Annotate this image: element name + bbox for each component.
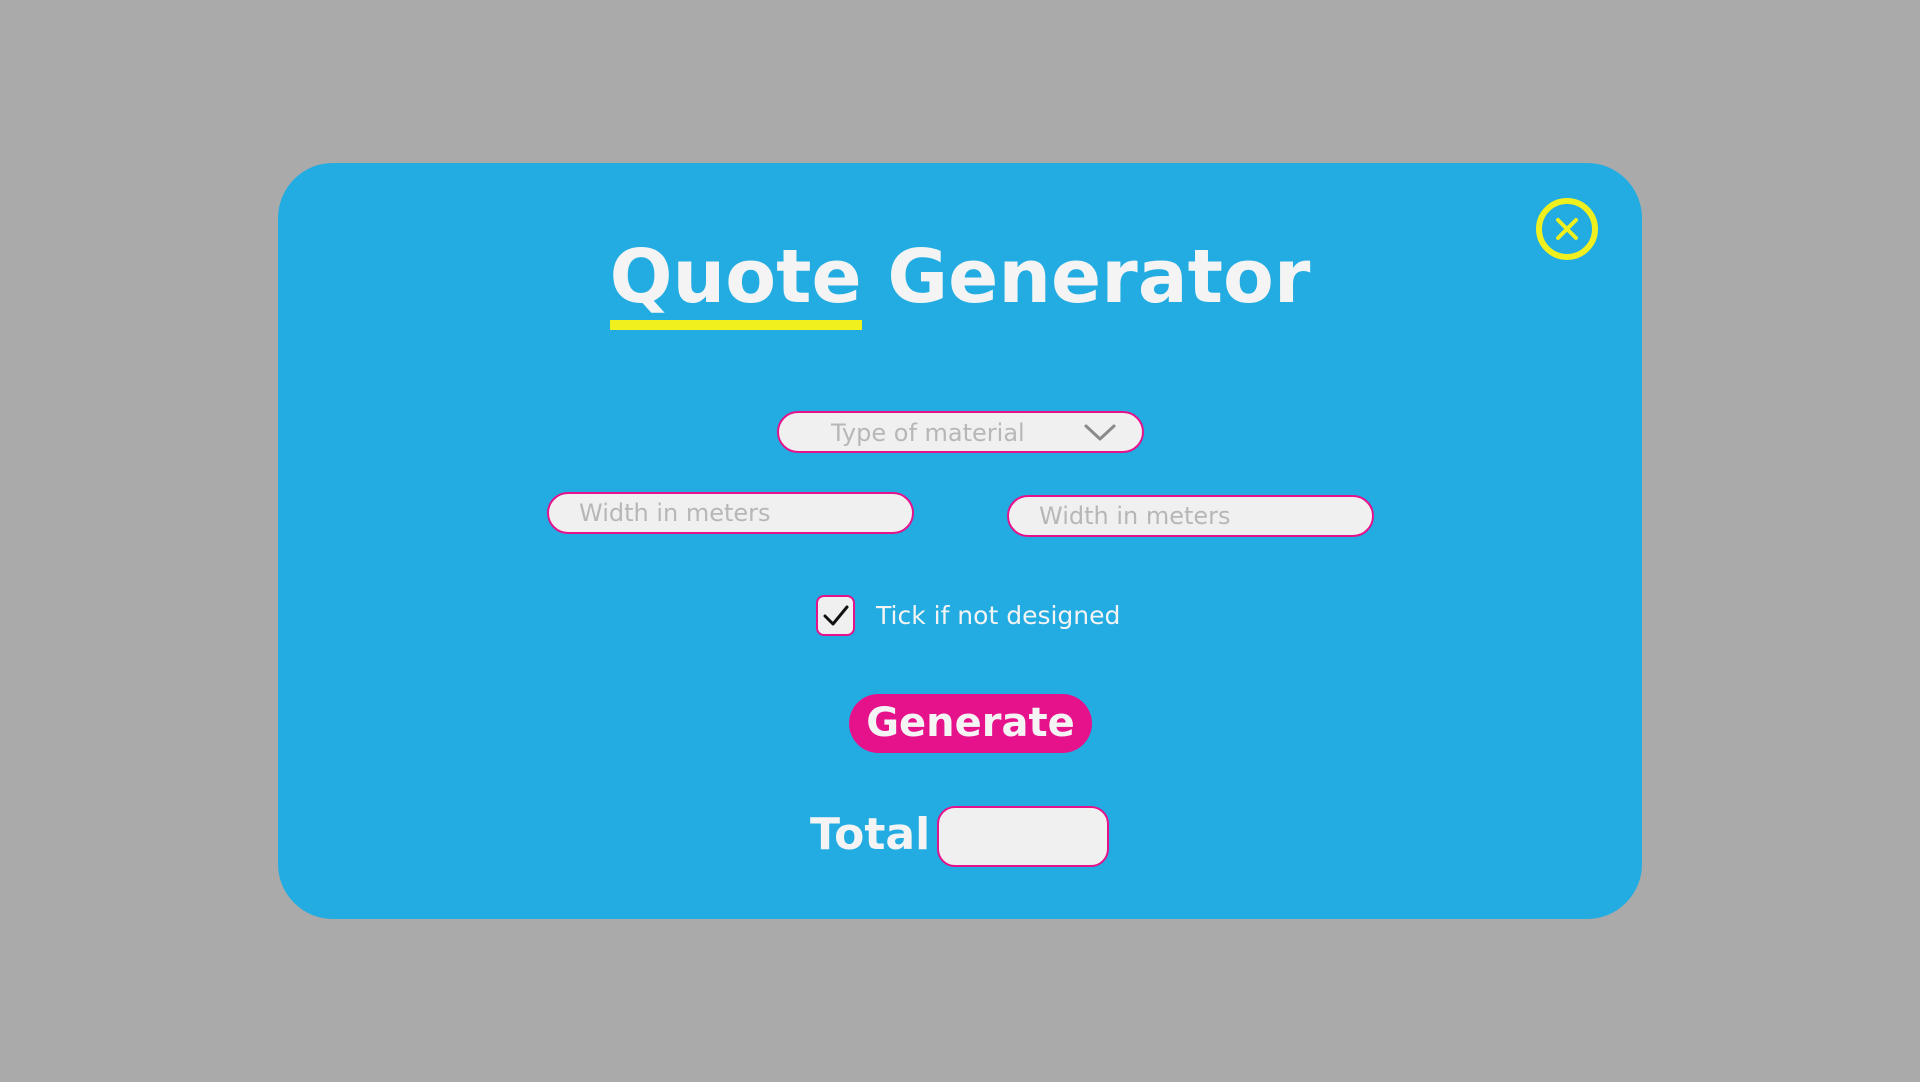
generate-button[interactable]: Generate xyxy=(849,694,1092,753)
page-title: Quote Generator xyxy=(278,234,1642,330)
not-designed-checkbox[interactable] xyxy=(816,595,855,636)
title-second-word: Generator xyxy=(887,234,1311,320)
total-label: Total xyxy=(810,809,931,860)
checkmark-icon xyxy=(823,605,849,626)
quote-generator-modal: Quote Generator Type of material Tick if… xyxy=(278,163,1642,919)
total-output-field xyxy=(937,806,1109,867)
close-icon xyxy=(1556,218,1578,240)
width-input-1[interactable] xyxy=(547,492,914,534)
chevron-down-icon xyxy=(1084,424,1116,441)
title-underlined-word: Quote xyxy=(609,234,862,330)
not-designed-checkbox-label: Tick if not designed xyxy=(876,601,1121,630)
material-select-value: Type of material xyxy=(831,419,1025,447)
material-select[interactable]: Type of material xyxy=(777,411,1144,453)
width-input-2[interactable] xyxy=(1007,495,1374,537)
